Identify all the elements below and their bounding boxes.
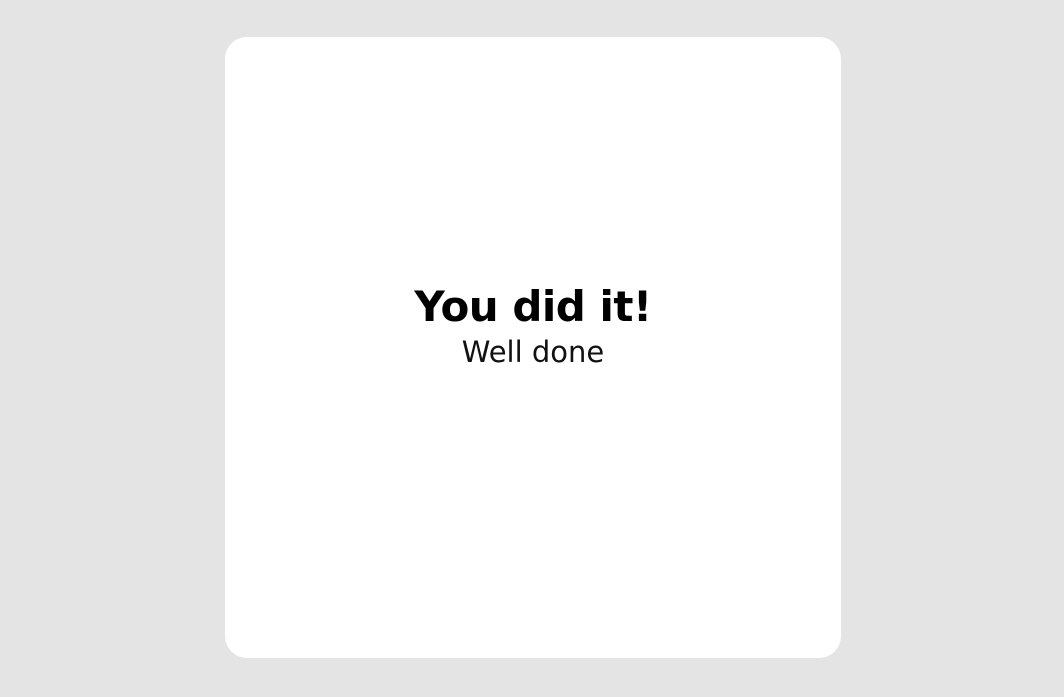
page-background: { "card": { "title": "You did it!", "sub… <box>0 0 1064 697</box>
completion-title: You did it! <box>414 282 652 331</box>
completion-subtitle: Well done <box>461 335 605 369</box>
completion-message: You did it! Well done <box>225 281 841 371</box>
completion-card: You did it! Well done <box>225 37 841 658</box>
